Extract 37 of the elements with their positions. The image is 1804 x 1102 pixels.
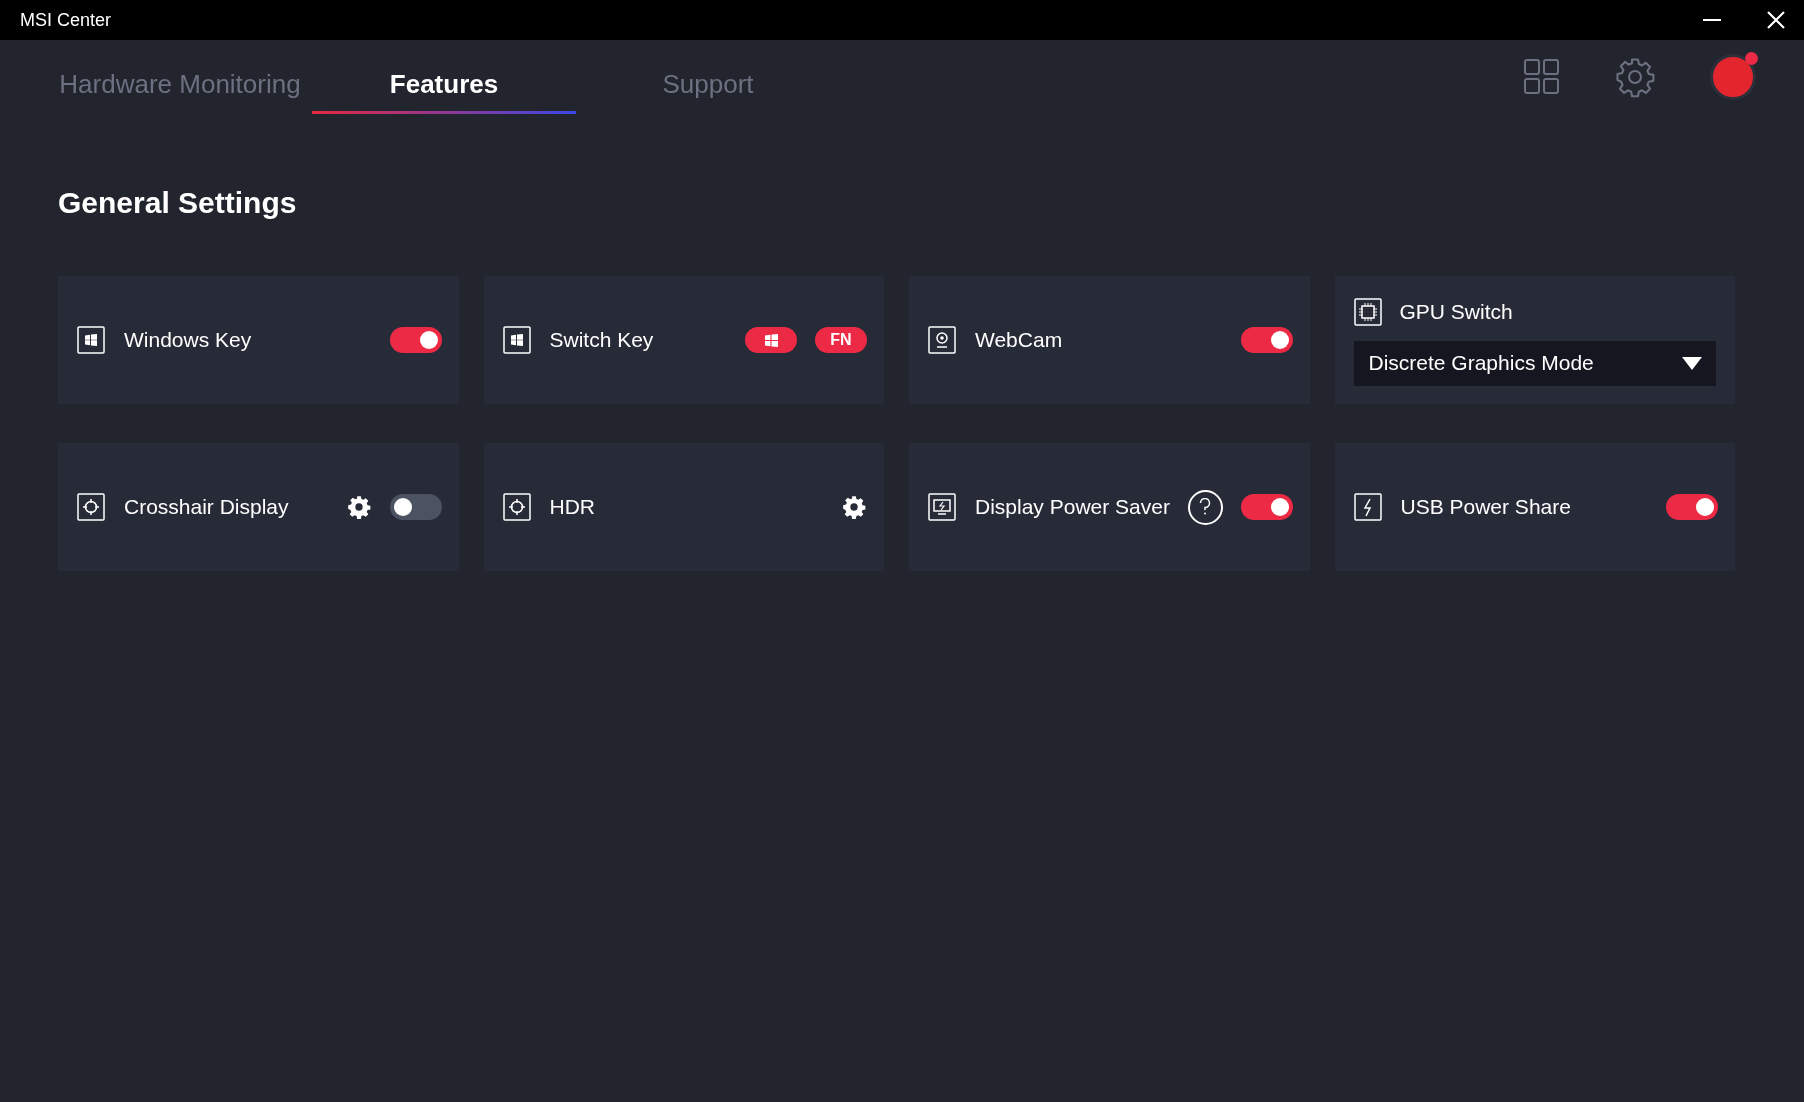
- window-title: MSI Center: [20, 8, 113, 32]
- toggle-switch[interactable]: [389, 327, 442, 353]
- close-icon[interactable]: [1766, 10, 1786, 30]
- avatar[interactable]: [1710, 54, 1756, 100]
- lightning-icon: [1353, 493, 1382, 521]
- windows-logo-icon: [502, 326, 531, 354]
- crosshair-icon: [502, 493, 531, 521]
- chip-icon: [1353, 297, 1382, 326]
- tab[interactable]: Features: [312, 54, 576, 114]
- tab[interactable]: Hardware Monitoring: [48, 54, 312, 114]
- windows-logo-icon: [764, 333, 778, 347]
- settings-icon[interactable]: [841, 494, 867, 520]
- webcam-icon: [928, 326, 956, 354]
- monitor-icon: [928, 493, 956, 521]
- setting-label: USB Power Share: [1400, 494, 1572, 521]
- help-icon[interactable]: [1187, 489, 1223, 525]
- setting-label: WebCam: [975, 327, 1064, 354]
- setting-label: Windows Key: [124, 327, 253, 354]
- crosshair-icon: [77, 493, 105, 521]
- setting-label: Crosshair Display: [124, 494, 290, 521]
- caret-icon: [1682, 356, 1702, 370]
- setting-label: GPU Switch: [1399, 299, 1513, 325]
- section-heading: General Settings: [58, 188, 298, 218]
- setting-label: Display Power Saver: [975, 494, 1171, 521]
- dropdown-select[interactable]: Discrete Graphics Mode: [1353, 340, 1716, 386]
- toggle-switch[interactable]: [389, 494, 442, 520]
- windows-logo-icon: [77, 326, 105, 354]
- setting-label: HDR: [549, 494, 596, 521]
- grid-icon[interactable]: [1524, 59, 1560, 95]
- windows-key-button[interactable]: [745, 327, 797, 353]
- settings-icon[interactable]: [345, 494, 372, 520]
- toggle-switch[interactable]: [1240, 494, 1293, 520]
- fn-key-button[interactable]: FN: [815, 327, 867, 353]
- tab[interactable]: Support: [576, 54, 840, 114]
- toggle-switch[interactable]: [1240, 327, 1293, 353]
- setting-label: Switch Key: [549, 327, 655, 354]
- toggle-switch[interactable]: [1666, 494, 1718, 520]
